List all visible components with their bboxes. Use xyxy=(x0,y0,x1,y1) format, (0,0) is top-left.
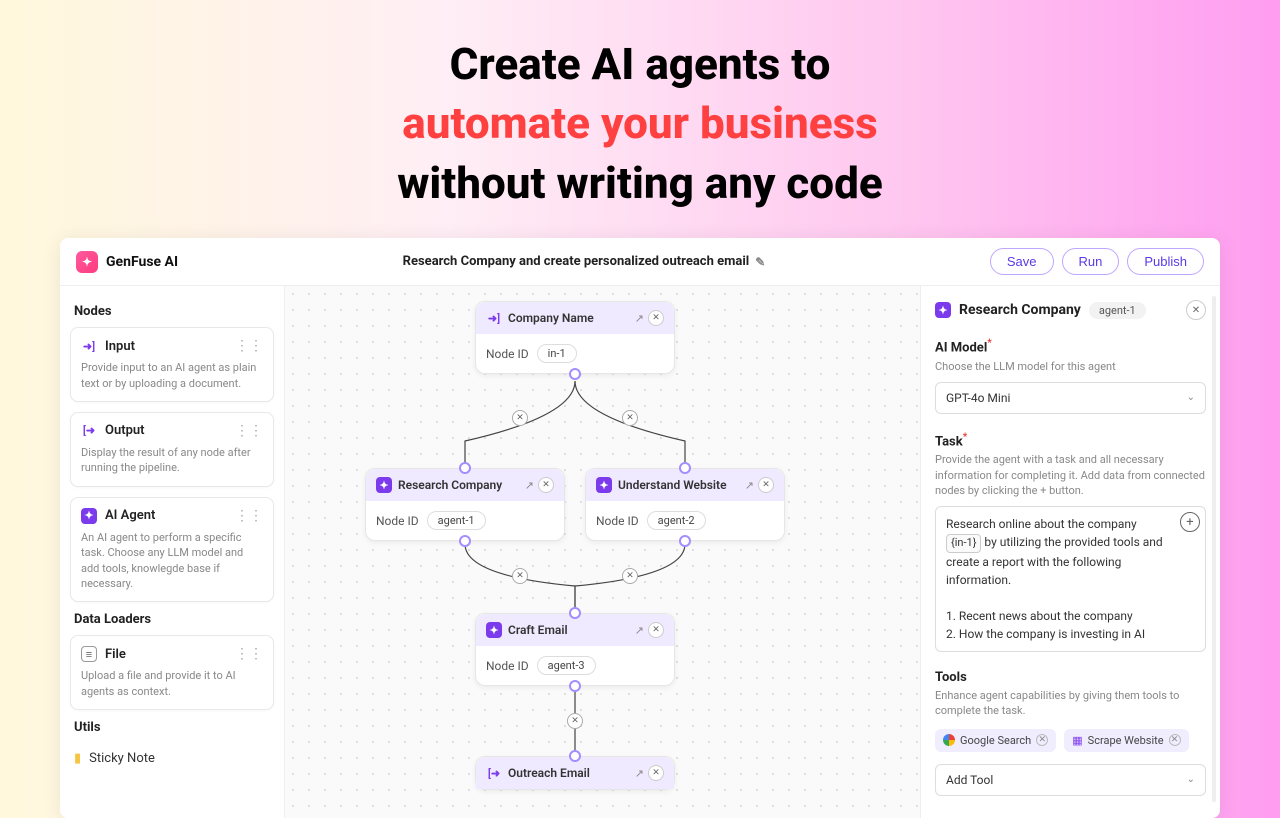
run-button[interactable]: Run xyxy=(1062,248,1120,275)
brand[interactable]: ✦ GenFuse AI xyxy=(76,251,178,273)
port-in[interactable] xyxy=(569,607,581,619)
node-research-company[interactable]: ✦ Research Company ↗ ✕ Node ID agent-1 xyxy=(365,468,565,541)
delete-edge-icon[interactable]: ✕ xyxy=(622,568,638,584)
agent-icon: ✦ xyxy=(486,622,502,638)
sidebar: Nodes ➜] Input ⋮⋮ Provide input to an AI… xyxy=(60,286,285,818)
drag-handle-icon[interactable]: ⋮⋮ xyxy=(235,338,263,354)
sidebar-heading-utils: Utils xyxy=(74,720,270,735)
node-craft-email[interactable]: ✦ Craft Email ↗ ✕ Node ID agent-3 xyxy=(475,613,675,686)
publish-button[interactable]: Publish xyxy=(1127,248,1204,275)
hero-banner: Create AI agents to automate your busine… xyxy=(0,0,1280,238)
canvas[interactable]: ✕ ✕ ✕ ✕ ✕ ➜] Company Name ↗ ✕ No xyxy=(285,286,920,818)
node-id-pill: in-1 xyxy=(537,344,577,363)
field-task: Task* Provide the agent with a task and … xyxy=(935,432,1206,652)
port-out[interactable] xyxy=(569,368,581,380)
port-in[interactable] xyxy=(679,462,691,474)
delete-node-icon[interactable]: ✕ xyxy=(648,310,664,326)
input-icon: ➜] xyxy=(486,310,502,326)
agent-icon: ✦ xyxy=(596,477,612,493)
file-icon: ≡ xyxy=(81,646,97,662)
output-icon: [➜ xyxy=(81,423,97,439)
hero-line1: Create AI agents to xyxy=(450,38,831,90)
agent-icon: ✦ xyxy=(935,302,951,318)
delete-edge-icon[interactable]: ✕ xyxy=(622,410,638,426)
port-in[interactable] xyxy=(569,750,581,762)
input-icon: ➜] xyxy=(81,338,97,354)
node-understand-website[interactable]: ✦ Understand Website ↗ ✕ Node ID agent-2 xyxy=(585,468,785,541)
chevron-down-icon: ⌄ xyxy=(1187,392,1195,403)
sidebar-heading-nodes: Nodes xyxy=(74,304,270,319)
agent-icon: ✦ xyxy=(81,508,97,524)
expand-icon[interactable]: ↗ xyxy=(525,479,534,492)
google-icon xyxy=(943,734,955,746)
chevron-down-icon: ⌄ xyxy=(1187,774,1195,785)
brand-logo-icon: ✦ xyxy=(76,251,98,273)
inspector-title: Research Company xyxy=(959,302,1081,318)
expand-icon[interactable]: ↗ xyxy=(745,479,754,492)
delete-node-icon[interactable]: ✕ xyxy=(648,765,664,781)
palette-node-file[interactable]: ≡ File ⋮⋮ Upload a file and provide it t… xyxy=(70,635,274,710)
delete-node-icon[interactable]: ✕ xyxy=(648,622,664,638)
node-id-pill: agent-2 xyxy=(647,511,706,530)
palette-node-output[interactable]: [➜ Output ⋮⋮ Display the result of any n… xyxy=(70,412,274,487)
brand-name: GenFuse AI xyxy=(106,254,178,270)
port-in[interactable] xyxy=(459,462,471,474)
delete-node-icon[interactable]: ✕ xyxy=(538,477,554,493)
output-icon: [➜ xyxy=(486,765,502,781)
expand-icon[interactable]: ↗ xyxy=(635,767,644,780)
palette-node-sticky[interactable]: ▮ Sticky Note xyxy=(70,743,274,766)
palette-node-agent[interactable]: ✦ AI Agent ⋮⋮ An AI agent to perform a s… xyxy=(70,497,274,603)
add-tool-select[interactable]: Add Tool ⌄ xyxy=(935,764,1206,796)
task-textarea[interactable]: Research online about the company {in-1}… xyxy=(935,506,1206,652)
sidebar-heading-loaders: Data Loaders xyxy=(74,612,270,627)
expand-icon[interactable]: ↗ xyxy=(635,624,644,637)
scrollbar[interactable] xyxy=(1212,296,1216,801)
port-out[interactable] xyxy=(679,535,691,547)
edit-title-icon[interactable]: ✎ xyxy=(755,255,765,269)
delete-edge-icon[interactable]: ✕ xyxy=(512,410,528,426)
node-id-pill: agent-3 xyxy=(537,656,596,675)
close-inspector-icon[interactable]: ✕ xyxy=(1186,300,1206,320)
app-window: ✦ GenFuse AI Research Company and create… xyxy=(60,238,1220,818)
top-actions: Save Run Publish xyxy=(990,248,1204,275)
hero-line3: without writing any code xyxy=(397,157,882,209)
drag-handle-icon[interactable]: ⋮⋮ xyxy=(235,646,263,662)
hero-line2: automate your business xyxy=(402,97,878,149)
sticky-note-icon: ▮ xyxy=(74,751,81,766)
workflow-title[interactable]: Research Company and create personalized… xyxy=(178,254,990,269)
drag-handle-icon[interactable]: ⋮⋮ xyxy=(235,508,263,524)
remove-tool-icon[interactable]: ✕ xyxy=(1169,734,1181,746)
node-company-name[interactable]: ➜] Company Name ↗ ✕ Node ID in-1 xyxy=(475,301,675,374)
delete-edge-icon[interactable]: ✕ xyxy=(512,568,528,584)
remove-tool-icon[interactable]: ✕ xyxy=(1036,734,1048,746)
port-out[interactable] xyxy=(459,535,471,547)
field-ai-model: AI Model* Choose the LLM model for this … xyxy=(935,338,1206,414)
variable-chip[interactable]: {in-1} xyxy=(946,534,981,553)
expand-icon[interactable]: ↗ xyxy=(635,312,644,325)
node-outreach-email[interactable]: [➜ Outreach Email ↗ ✕ xyxy=(475,756,675,790)
inspector-panel: ✦ Research Company agent-1 ✕ AI Model* C… xyxy=(920,286,1220,818)
model-select[interactable]: GPT-4o Mini ⌄ xyxy=(935,382,1206,414)
node-id-pill: agent-1 xyxy=(427,511,486,530)
field-tools: Tools Enhance agent capabilities by givi… xyxy=(935,670,1206,796)
drag-handle-icon[interactable]: ⋮⋮ xyxy=(235,423,263,439)
save-button[interactable]: Save xyxy=(990,248,1054,275)
scrape-icon: ▦ xyxy=(1072,734,1082,747)
palette-node-input[interactable]: ➜] Input ⋮⋮ Provide input to an AI agent… xyxy=(70,327,274,402)
agent-icon: ✦ xyxy=(376,477,392,493)
delete-node-icon[interactable]: ✕ xyxy=(758,477,774,493)
topbar: ✦ GenFuse AI Research Company and create… xyxy=(60,238,1220,286)
delete-edge-icon[interactable]: ✕ xyxy=(567,713,583,729)
tool-google-search[interactable]: Google Search ✕ xyxy=(935,729,1056,752)
tool-scrape-website[interactable]: ▦ Scrape Website ✕ xyxy=(1064,729,1188,752)
inspector-agent-id: agent-1 xyxy=(1089,302,1146,319)
port-out[interactable] xyxy=(569,680,581,692)
